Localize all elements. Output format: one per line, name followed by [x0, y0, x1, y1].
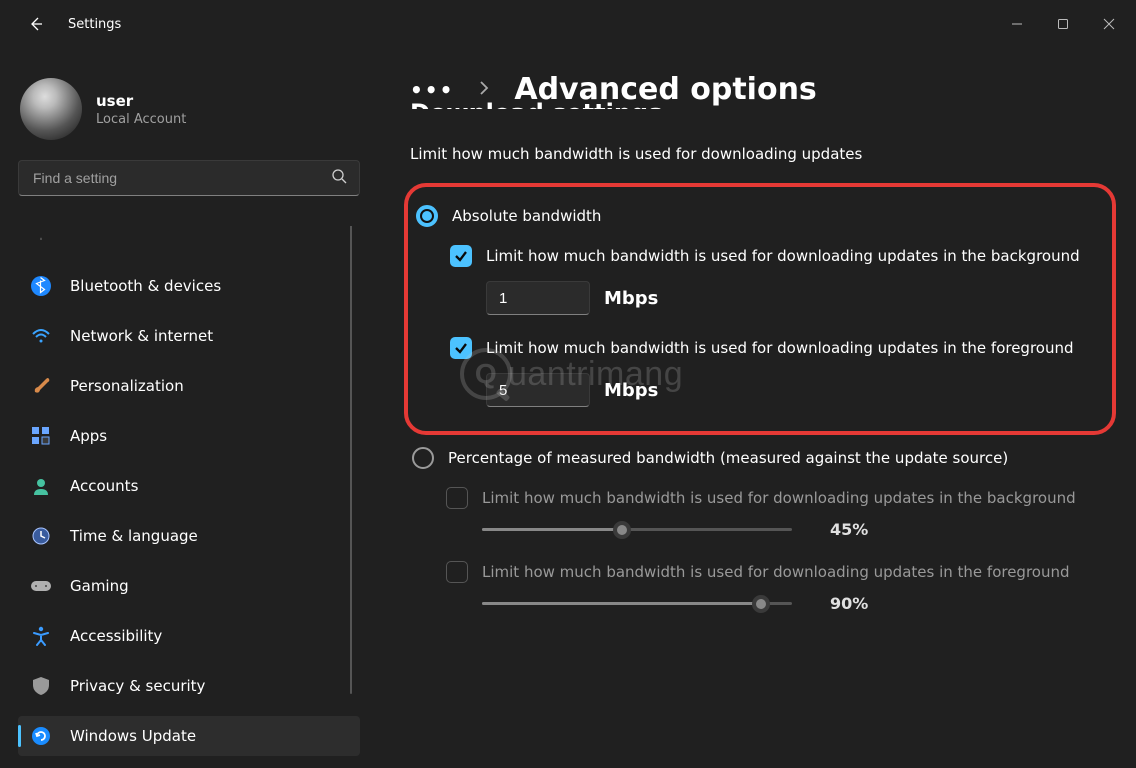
titlebar: Settings	[0, 0, 1136, 48]
maximize-button[interactable]	[1040, 8, 1086, 40]
sidebar-item-windows-update[interactable]: Windows Update	[18, 716, 360, 756]
bg-percentage-value: 45%	[830, 520, 868, 539]
app-title: Settings	[68, 17, 121, 32]
search-box[interactable]	[18, 160, 360, 196]
sidebar-item-label: Time & language	[70, 527, 198, 545]
bg-absolute-input[interactable]	[486, 281, 590, 315]
avatar	[20, 78, 82, 140]
maximize-icon	[1057, 18, 1069, 30]
radio-label: Absolute bandwidth	[452, 207, 601, 225]
sidebar-item-personalization[interactable]: Personalization	[18, 366, 360, 406]
search-input[interactable]	[31, 169, 331, 187]
breadcrumb-overflow[interactable]: •••	[410, 78, 454, 102]
sidebar-item-label: Accessibility	[70, 627, 162, 645]
fg-absolute-unit: Mbps	[604, 380, 658, 401]
close-button[interactable]	[1086, 8, 1132, 40]
bluetooth-icon	[30, 275, 52, 297]
bg-absolute-value-row: Mbps	[486, 281, 1096, 315]
checkbox-icon	[446, 561, 468, 583]
fg-percentage-value: 90%	[830, 594, 868, 613]
chevron-right-icon	[478, 80, 490, 100]
minimize-icon	[1011, 18, 1023, 30]
brush-icon	[30, 375, 52, 397]
sidebar-item-accounts[interactable]: Accounts	[18, 466, 360, 506]
sidebar-item-accessibility[interactable]: Accessibility	[18, 616, 360, 656]
sidebar-item-time-language[interactable]: Time & language	[18, 516, 360, 556]
check-fg-absolute[interactable]: Limit how much bandwidth is used for dow…	[450, 337, 1096, 359]
bg-absolute-unit: Mbps	[604, 288, 658, 309]
shield-icon	[30, 675, 52, 697]
checkbox-icon[interactable]	[450, 245, 472, 267]
sidebar-item-privacy[interactable]: Privacy & security	[18, 666, 360, 706]
radio-absolute-bandwidth[interactable]: Absolute bandwidth	[416, 205, 1096, 227]
sidebar-item-bluetooth[interactable]: Bluetooth & devices	[18, 266, 360, 306]
minimize-button[interactable]	[994, 8, 1040, 40]
section-subtitle: Limit how much bandwidth is used for dow…	[410, 145, 1116, 163]
checkbox-icon[interactable]	[450, 337, 472, 359]
check-bg-absolute[interactable]: Limit how much bandwidth is used for dow…	[450, 245, 1096, 267]
main-content: ••• Advanced options Download settings L…	[370, 48, 1136, 768]
checkbox-label: Limit how much bandwidth is used for dow…	[486, 339, 1074, 357]
gamepad-icon	[30, 575, 52, 597]
wifi-icon	[30, 325, 52, 347]
checkbox-icon	[446, 487, 468, 509]
fg-percentage-slider-row: 90%	[482, 593, 1116, 613]
sidebar-item-label: Personalization	[70, 377, 184, 395]
radio-label: Percentage of measured bandwidth (measur…	[448, 449, 1008, 467]
radio-icon[interactable]	[412, 447, 434, 469]
sidebar: user Local Account · Bluetooth & devices	[0, 48, 370, 768]
radio-percentage-bandwidth[interactable]: Percentage of measured bandwidth (measur…	[412, 447, 1116, 469]
fg-percentage-slider	[482, 593, 792, 613]
arrow-left-icon	[28, 16, 44, 32]
sidebar-item-apps[interactable]: Apps	[18, 416, 360, 456]
nav: · Bluetooth & devices Network & internet	[18, 226, 360, 768]
fg-absolute-input[interactable]	[486, 373, 590, 407]
sidebar-item-label: Bluetooth & devices	[70, 277, 221, 295]
check-fg-percentage: Limit how much bandwidth is used for dow…	[446, 561, 1116, 583]
check-bg-percentage: Limit how much bandwidth is used for dow…	[446, 487, 1116, 509]
checkbox-label: Limit how much bandwidth is used for dow…	[486, 247, 1080, 265]
checkbox-label: Limit how much bandwidth is used for dow…	[482, 563, 1070, 581]
sidebar-item-label: Network & internet	[70, 327, 213, 345]
accessibility-icon	[30, 625, 52, 647]
sidebar-item-network[interactable]: Network & internet	[18, 316, 360, 356]
bg-percentage-slider	[482, 519, 792, 539]
sidebar-item-label: Accounts	[70, 477, 138, 495]
profile-block[interactable]: user Local Account	[20, 78, 358, 140]
sidebar-item-label: Gaming	[70, 577, 129, 595]
radio-icon[interactable]	[416, 205, 438, 227]
highlight-annotation: Absolute bandwidth Limit how much bandwi…	[404, 183, 1116, 435]
bg-percentage-slider-row: 45%	[482, 519, 1116, 539]
system-icon: ·	[30, 228, 52, 250]
fg-absolute-value-row: Mbps	[486, 373, 1096, 407]
sidebar-item-gaming[interactable]: Gaming	[18, 566, 360, 606]
search-icon	[331, 168, 347, 188]
person-icon	[30, 475, 52, 497]
update-icon	[30, 725, 52, 747]
sidebar-item-label: Apps	[70, 427, 107, 445]
checkbox-label: Limit how much bandwidth is used for dow…	[482, 489, 1076, 507]
clock-icon	[30, 525, 52, 547]
profile-name: user	[96, 92, 186, 110]
sidebar-item-cut[interactable]: ·	[18, 226, 360, 252]
close-icon	[1103, 18, 1115, 30]
sidebar-item-label: Privacy & security	[70, 677, 205, 695]
apps-icon	[30, 425, 52, 447]
back-button[interactable]	[18, 6, 54, 42]
profile-sub: Local Account	[96, 112, 186, 127]
sidebar-item-label: Windows Update	[70, 727, 196, 745]
